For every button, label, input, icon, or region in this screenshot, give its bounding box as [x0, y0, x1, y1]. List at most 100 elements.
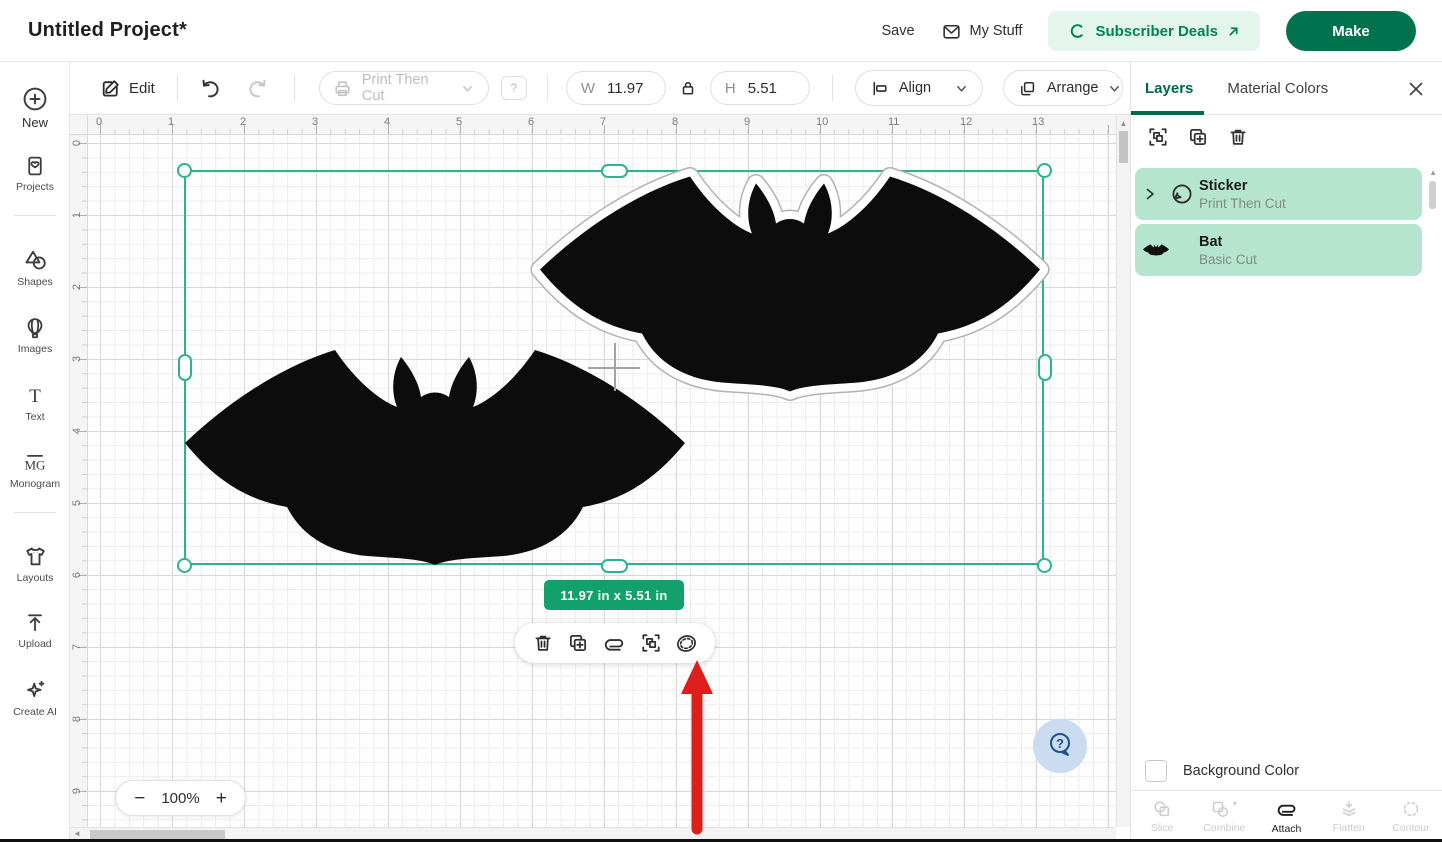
- ruler-number: 2: [240, 116, 246, 128]
- envelope-icon: [941, 21, 962, 42]
- ruler-number: 8: [672, 116, 678, 128]
- plus-circle-icon: [0, 86, 70, 112]
- ruler-number: 1: [168, 116, 174, 128]
- ruler-number: 4: [71, 425, 83, 437]
- layer-actions-bar: Slice ▼ Combine Attach Flatten Contour: [1131, 790, 1442, 842]
- resize-handle-bottom-right[interactable]: [1037, 558, 1052, 573]
- arrange-dropdown[interactable]: Arrange: [1003, 70, 1123, 106]
- zoom-level: 100%: [161, 790, 199, 807]
- delete-icon[interactable]: [532, 632, 554, 654]
- cut-mode-help-button[interactable]: ?: [501, 76, 527, 100]
- canvas-vertical-scrollbar[interactable]: ▲: [1116, 115, 1130, 827]
- images-balloon-icon: [0, 316, 70, 340]
- help-button[interactable]: ?: [1033, 719, 1087, 773]
- layers-toolbar: [1147, 126, 1249, 148]
- ruler-number: 9: [744, 116, 750, 128]
- bat-shape[interactable]: [185, 348, 685, 565]
- select-all-icon[interactable]: [640, 632, 662, 654]
- sidebar-item-shapes[interactable]: Shapes: [0, 248, 70, 288]
- zoom-in-button[interactable]: +: [216, 789, 227, 808]
- background-color-row: Background Color: [1145, 760, 1299, 782]
- resize-handle-bottom[interactable]: [601, 559, 628, 573]
- sidebar-item-new[interactable]: New: [0, 86, 70, 130]
- sparkles-icon: [0, 678, 70, 703]
- flatten-button[interactable]: Flatten: [1318, 791, 1380, 842]
- ruler-number: 0: [71, 137, 83, 149]
- make-button[interactable]: Make: [1286, 11, 1416, 51]
- ruler-number: 5: [71, 497, 83, 509]
- save-button[interactable]: Save: [881, 23, 914, 39]
- toolbar-separator: [832, 75, 833, 101]
- combine-icon: ▼: [1210, 799, 1238, 819]
- duplicate-icon[interactable]: [1187, 126, 1209, 148]
- ruler-number: 8: [71, 713, 83, 725]
- layer-row-bat[interactable]: Bat Basic Cut: [1135, 224, 1422, 276]
- selection-size-badge: 11.97 in x 5.51 in: [544, 580, 684, 610]
- ruler-number: 9: [71, 785, 83, 797]
- external-arrow-icon: [1227, 25, 1240, 38]
- attach-icon[interactable]: [603, 632, 626, 655]
- ruler-number: 1: [71, 209, 83, 221]
- projects-icon: [0, 154, 70, 178]
- tab-material-colors[interactable]: Material Colors: [1227, 80, 1328, 97]
- close-icon[interactable]: [1406, 79, 1426, 99]
- layer-scroll-thumb[interactable]: [1429, 181, 1436, 209]
- sidebar-item-upload[interactable]: Upload: [0, 611, 70, 650]
- text-icon: T: [0, 384, 70, 408]
- zoom-out-button[interactable]: −: [134, 789, 145, 808]
- ruler-number: 11: [888, 116, 899, 128]
- sidebar-item-projects[interactable]: Projects: [0, 154, 70, 193]
- scroll-left-icon[interactable]: ◄: [73, 829, 81, 838]
- resize-handle-top-right[interactable]: [1037, 163, 1052, 178]
- edit-button[interactable]: Edit: [100, 78, 155, 99]
- contour-button[interactable]: Contour: [1380, 791, 1442, 842]
- scroll-up-icon[interactable]: ▲: [1429, 168, 1437, 177]
- align-dropdown[interactable]: Align: [855, 70, 983, 106]
- resize-handle-bottom-left[interactable]: [177, 558, 192, 573]
- combine-button[interactable]: ▼ Combine: [1193, 791, 1255, 842]
- sidebar-item-create-ai[interactable]: Create AI: [0, 678, 70, 718]
- undo-button[interactable]: [198, 77, 221, 100]
- sticker-outline-icon[interactable]: [675, 632, 698, 655]
- cricut-logo-icon: [1068, 22, 1086, 40]
- arrange-icon: [1018, 79, 1037, 98]
- my-stuff-button[interactable]: My Stuff: [941, 21, 1023, 42]
- width-field[interactable]: W 11.97: [566, 71, 666, 105]
- subscriber-deals-button[interactable]: Subscriber Deals: [1048, 11, 1260, 51]
- sidebar-item-images[interactable]: Images: [0, 316, 70, 355]
- chevron-right-icon[interactable]: [1135, 187, 1165, 201]
- sidebar-item-layouts[interactable]: Layouts: [0, 544, 70, 584]
- slice-button[interactable]: Slice: [1131, 791, 1193, 842]
- edit-toolbar: Edit Print Then Cut ? W 11.97 H 5.51 Ali…: [70, 62, 1130, 115]
- resize-handle-right[interactable]: [1038, 354, 1052, 381]
- selection-toolbar: [515, 623, 715, 663]
- attach-button[interactable]: Attach: [1255, 791, 1317, 842]
- sidebar-item-text[interactable]: T Text: [0, 384, 70, 423]
- ruler-number: 12: [960, 116, 972, 128]
- resize-handle-top[interactable]: [601, 164, 628, 178]
- redo-button[interactable]: [247, 77, 270, 100]
- cut-mode-select[interactable]: Print Then Cut: [319, 71, 489, 105]
- select-all-icon[interactable]: [1147, 126, 1169, 148]
- monogram-icon: MG: [0, 451, 70, 475]
- sticker-icon: [1165, 181, 1199, 207]
- sidebar-item-monogram[interactable]: MG Monogram: [0, 451, 70, 490]
- scroll-up-icon[interactable]: ▲: [1117, 119, 1130, 128]
- layer-list-scrollbar[interactable]: ▲: [1429, 168, 1437, 209]
- header-actions: Save My Stuff Subscriber Deals Make: [881, 11, 1416, 51]
- ruler-number: 6: [528, 116, 534, 128]
- layer-row-sticker[interactable]: Sticker Print Then Cut: [1135, 168, 1422, 220]
- duplicate-icon[interactable]: [567, 632, 589, 654]
- red-annotation-arrow: [677, 660, 717, 837]
- vertical-scroll-thumb[interactable]: [1119, 131, 1128, 163]
- panel-tabs: Layers Material Colors: [1131, 62, 1442, 115]
- resize-handle-left[interactable]: [178, 354, 192, 381]
- lock-aspect-icon[interactable]: [679, 79, 697, 97]
- chevron-down-icon: [461, 82, 474, 95]
- tab-layers[interactable]: Layers: [1145, 80, 1193, 97]
- delete-icon[interactable]: [1227, 126, 1249, 148]
- toolbar-separator: [294, 75, 295, 101]
- height-field[interactable]: H 5.51: [710, 71, 810, 105]
- background-color-checkbox[interactable]: [1145, 760, 1167, 782]
- resize-handle-top-left[interactable]: [177, 163, 192, 178]
